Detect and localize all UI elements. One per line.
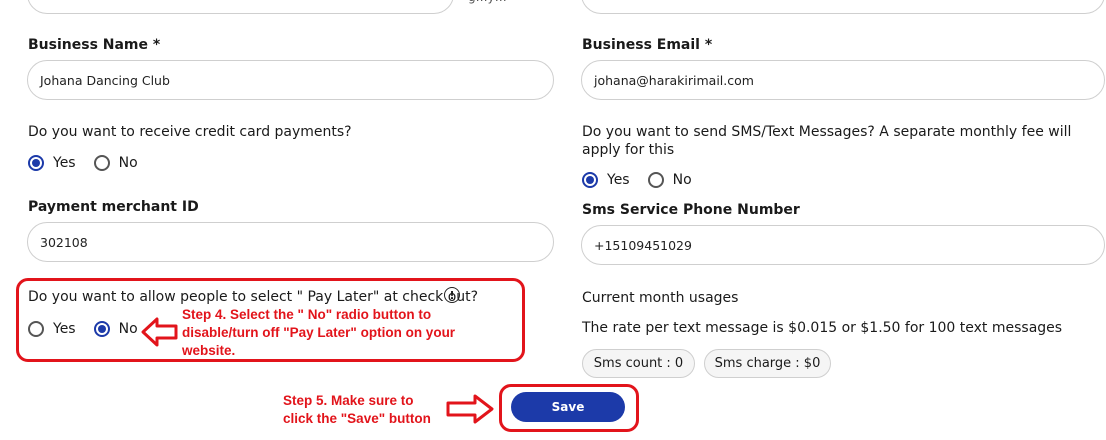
business-name-input[interactable]: Johana Dancing Club [27, 60, 554, 100]
business-name-value: Johana Dancing Club [40, 72, 170, 88]
info-circle-icon[interactable]: ! [444, 287, 460, 303]
sms-phone-label: Sms Service Phone Number [582, 202, 800, 218]
usage-title: Current month usages [582, 290, 739, 306]
step4-annotation: Step 4. Select the " No" radio button to… [182, 306, 455, 360]
credit-card-question: Do you want to receive credit card payme… [28, 124, 352, 140]
sms-count-chip: Sms count : 0 [582, 349, 695, 378]
arrow-right-icon [446, 394, 494, 424]
step4-line-3: website. [182, 343, 236, 358]
credit-card-yes-radio[interactable] [28, 155, 44, 171]
save-button[interactable]: Save [511, 392, 625, 422]
pay-later-radio-group: Yes No [28, 321, 156, 337]
step5-line-1: Step 5. Make sure to [283, 393, 414, 408]
sms-radio-group: Yes No [582, 172, 710, 188]
credit-card-yes-label[interactable]: Yes [53, 155, 76, 171]
pay-later-yes-radio[interactable] [28, 321, 44, 337]
business-name-label: Business Name * [28, 37, 161, 53]
credit-card-no-radio[interactable] [93, 155, 110, 171]
merchant-id-label: Payment merchant ID [28, 199, 199, 215]
usage-rate-text: The rate per text message is $0.015 or $… [582, 320, 1063, 336]
sms-no-radio[interactable] [647, 172, 664, 188]
step4-line-2: disable/turn off "Pay Later" option on y… [182, 325, 456, 340]
step5-line-2: click the "Save" button [283, 411, 431, 426]
business-email-value: johana@harakirimail.com [594, 72, 754, 88]
step5-annotation: Step 5. Make sure to click the "Save" bu… [283, 392, 431, 428]
business-email-label: Business Email * [582, 37, 713, 53]
merchant-id-input[interactable]: 302108 [27, 222, 554, 262]
pay-later-question: Do you want to allow people to select " … [28, 289, 479, 305]
pay-later-yes-label[interactable]: Yes [53, 321, 76, 337]
sms-yes-label[interactable]: Yes [607, 172, 630, 188]
sms-question: Do you want to send SMS/Text Messages? A… [582, 124, 1072, 158]
previous-field-right[interactable] [581, 0, 1105, 14]
credit-card-radio-group: Yes No [28, 155, 156, 171]
step4-line-1: Step 4. Select the " No" radio button to [182, 307, 432, 322]
pay-later-no-radio[interactable] [93, 321, 110, 337]
sms-phone-input[interactable]: +15109451029 [581, 225, 1105, 265]
arrow-left-icon [141, 317, 178, 347]
sms-charge-chip: Sms charge : $0 [704, 349, 831, 378]
business-email-input[interactable]: johana@harakirimail.com [581, 60, 1105, 100]
pay-later-no-label[interactable]: No [119, 321, 138, 337]
sms-yes-radio[interactable] [582, 172, 598, 188]
previous-field-left[interactable] [27, 0, 454, 14]
credit-card-no-label[interactable]: No [119, 155, 138, 171]
merchant-id-value: 302108 [40, 234, 88, 250]
sms-no-label[interactable]: No [673, 172, 692, 188]
sms-phone-value: +15109451029 [594, 237, 692, 253]
previous-field-hint: g…y… [468, 0, 556, 4]
